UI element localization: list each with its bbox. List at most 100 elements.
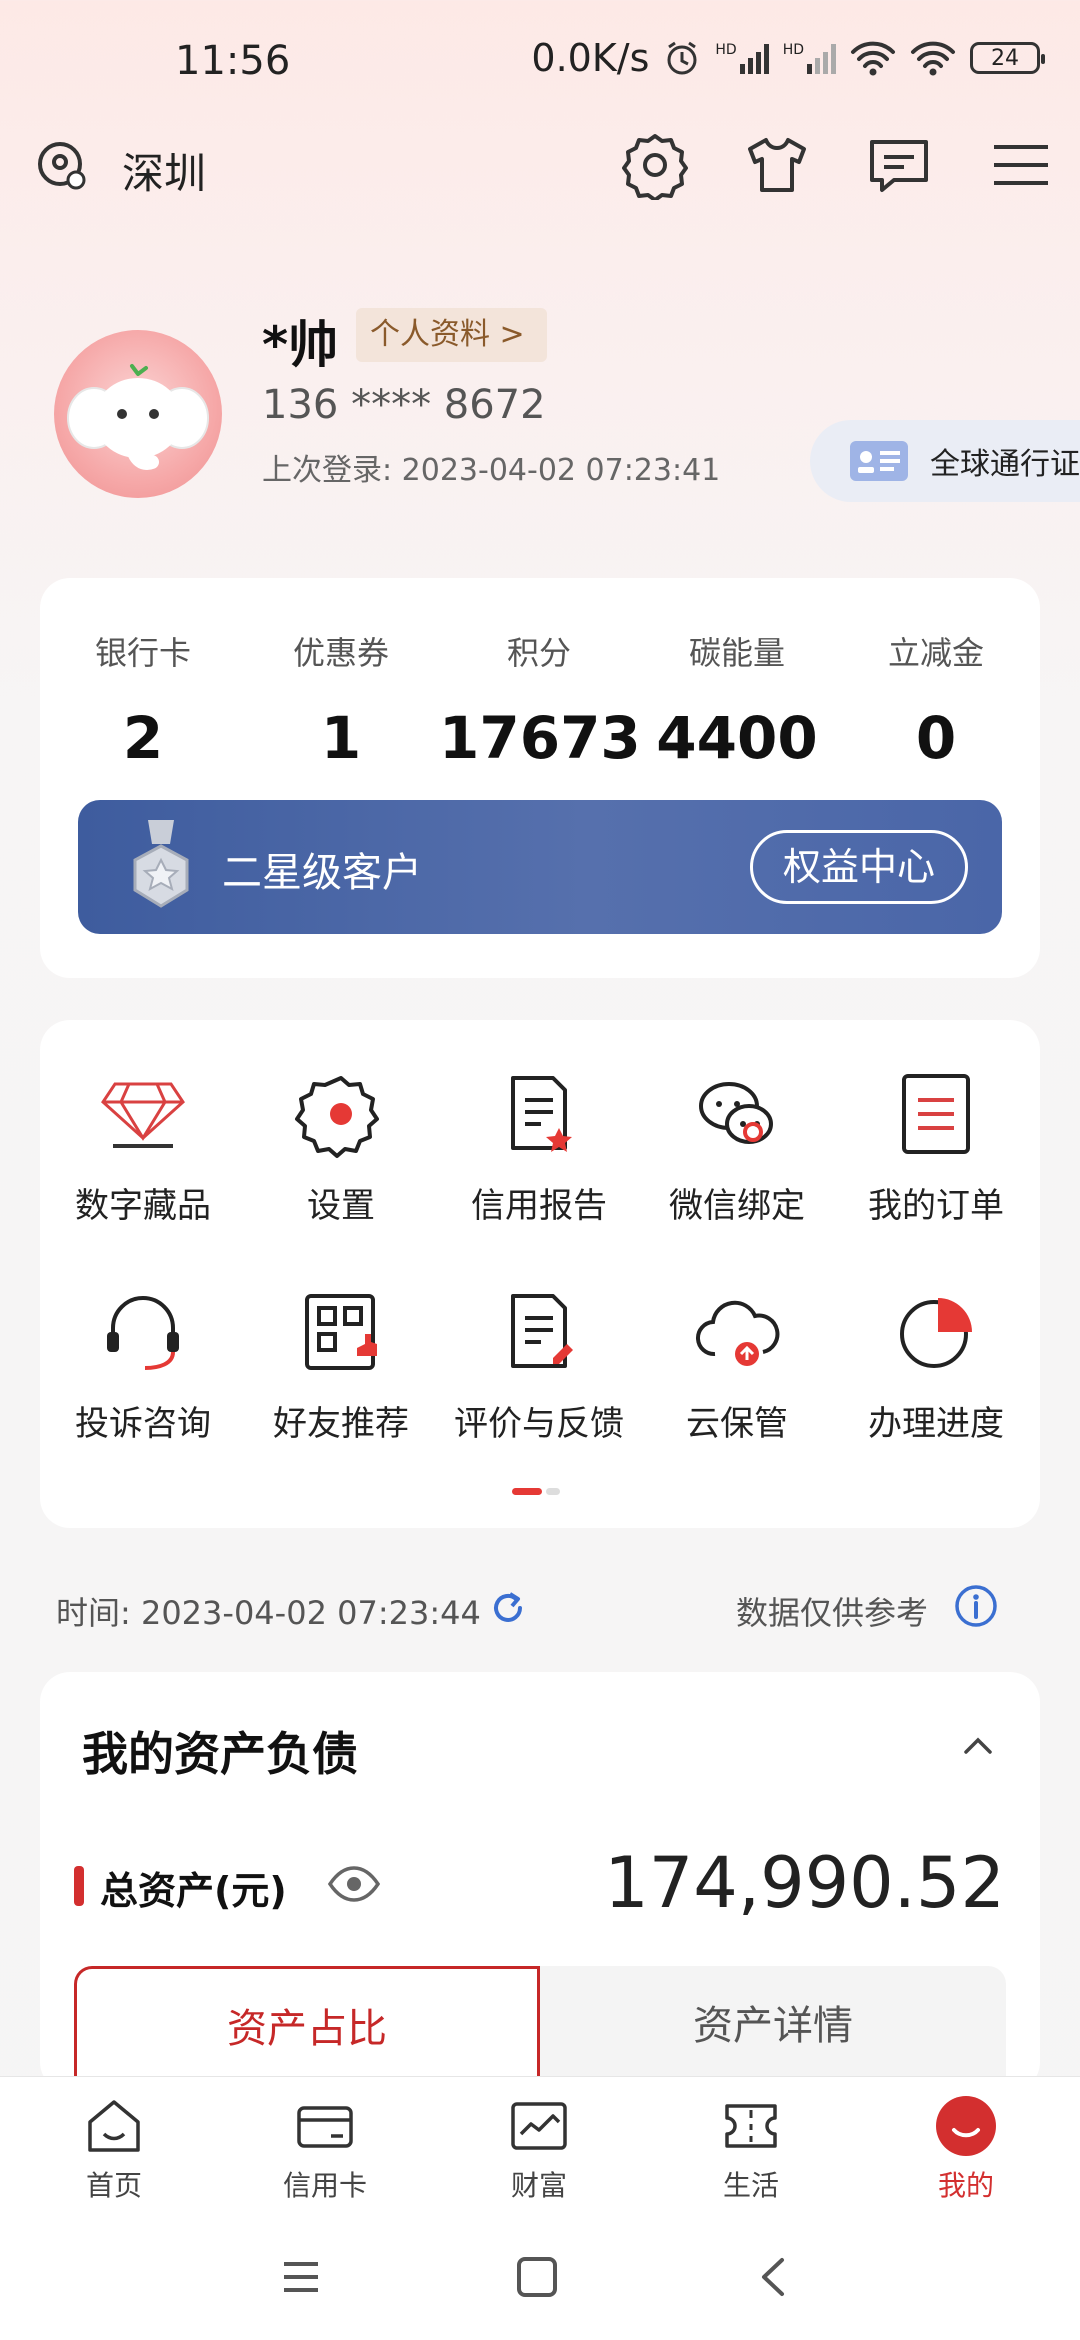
stat-bank-card[interactable]: 银行卡 2 xyxy=(43,628,243,772)
wechat-icon xyxy=(699,1082,773,1144)
cloud-icon xyxy=(696,1300,780,1366)
grid-label: 设置 xyxy=(307,1186,375,1226)
menu-icon[interactable] xyxy=(986,130,1056,200)
grid-item-friend-referral[interactable]: 好友推荐 xyxy=(251,1284,431,1445)
message-icon[interactable] xyxy=(864,130,934,200)
alarm-icon xyxy=(667,41,697,75)
signal-icon-1: HD xyxy=(715,42,769,74)
page-indicator xyxy=(512,1488,560,1495)
refresh-icon[interactable] xyxy=(488,1588,528,1628)
data-time: 时间: 2023-04-02 07:23:44 xyxy=(56,1594,481,1632)
feedback-icon xyxy=(511,1294,573,1368)
progress-pie-icon xyxy=(900,1298,972,1368)
stat-label: 银行卡 xyxy=(94,634,191,672)
headset-icon xyxy=(107,1296,179,1370)
grid-item-progress[interactable]: 办理进度 xyxy=(846,1284,1026,1445)
grid-item-feedback[interactable]: 评价与反馈 xyxy=(449,1284,629,1445)
grid-item-complaint[interactable]: 投诉咨询 xyxy=(53,1284,233,1445)
total-assets-label: 总资产(元) xyxy=(100,1869,287,1913)
city-selector[interactable]: 深圳 xyxy=(122,140,206,201)
stat-value: 17673 xyxy=(439,704,641,772)
nav-label: 信用卡 xyxy=(282,2169,367,2202)
status-bar: 11:56 0.0K/s HD HD 24 xyxy=(0,0,1080,120)
status-indicators: 0.0K/s HD HD 24 xyxy=(531,36,1045,80)
stat-value: 1 xyxy=(320,704,362,772)
id-card-icon xyxy=(850,441,908,481)
stat-carbon-energy[interactable]: 碳能量 4400 xyxy=(637,628,837,772)
stat-coupon[interactable]: 优惠券 1 xyxy=(241,628,441,772)
tab-asset-details[interactable]: 资产详情 xyxy=(540,1966,1006,2092)
user-name: *帅 xyxy=(262,316,339,374)
tshirt-icon[interactable] xyxy=(742,130,812,200)
grid-label: 投诉咨询 xyxy=(75,1404,211,1444)
benefits-center-button[interactable]: 权益中心 xyxy=(750,830,968,904)
stat-label: 积分 xyxy=(506,634,571,672)
eye-icon[interactable] xyxy=(326,1864,382,1904)
grid-item-credit-report[interactable]: 信用报告 xyxy=(449,1066,629,1227)
grid-item-digital-collectibles[interactable]: 数字藏品 xyxy=(53,1066,233,1227)
grid-label: 微信绑定 xyxy=(669,1186,805,1226)
vip-level-label: 二星级客户 xyxy=(222,850,422,896)
nav-life[interactable]: 生活 xyxy=(661,2094,841,2204)
wifi-icon-2 xyxy=(911,41,955,76)
stat-label: 立减金 xyxy=(887,634,984,672)
qr-recommend-icon xyxy=(305,1294,377,1370)
stat-label: 优惠券 xyxy=(292,634,389,672)
location-icon[interactable] xyxy=(36,140,88,192)
phone-number: 136 **** 8672 xyxy=(262,382,546,428)
gear-icon xyxy=(295,1076,379,1158)
last-login-time: 上次登录: 2023-04-02 07:23:41 xyxy=(262,453,721,488)
avatar[interactable] xyxy=(54,330,222,498)
orders-icon xyxy=(902,1074,970,1154)
tab-asset-ratio[interactable]: 资产占比 xyxy=(74,1966,540,2092)
medal-icon xyxy=(133,820,189,908)
stat-value: 2 xyxy=(122,704,164,772)
grid-label: 信用报告 xyxy=(471,1186,607,1226)
page-dot-active xyxy=(512,1488,542,1495)
recent-apps-icon[interactable] xyxy=(276,2252,326,2302)
global-pass-label: 全球通行证 xyxy=(930,447,1080,482)
grid-label: 评价与反馈 xyxy=(454,1404,624,1444)
accent-marker xyxy=(74,1866,84,1906)
grid-label: 好友推荐 xyxy=(273,1404,409,1444)
home-icon xyxy=(88,2100,140,2152)
stat-instant-discount[interactable]: 立减金 0 xyxy=(836,628,1036,772)
stat-value: 0 xyxy=(915,704,957,772)
nav-label: 生活 xyxy=(722,2169,779,2202)
nav-label: 首页 xyxy=(85,2169,142,2202)
wifi-icon xyxy=(851,41,895,76)
home-button-icon[interactable] xyxy=(512,2252,562,2302)
stat-points[interactable]: 积分 17673 xyxy=(439,628,641,772)
page-dot xyxy=(546,1488,560,1495)
profile-button[interactable]: 个人资料 > xyxy=(356,308,547,362)
back-icon[interactable] xyxy=(750,2252,800,2302)
nav-label: 我的 xyxy=(937,2169,994,2202)
grid-item-wechat-binding[interactable]: 微信绑定 xyxy=(647,1066,827,1227)
assets-title: 我的资产负债 xyxy=(82,1727,358,1781)
status-time: 11:56 xyxy=(175,38,291,84)
grid-item-settings[interactable]: 设置 xyxy=(251,1066,431,1227)
grid-item-cloud-storage[interactable]: 云保管 xyxy=(647,1284,827,1445)
nav-credit-card[interactable]: 信用卡 xyxy=(235,2094,415,2204)
wealth-icon xyxy=(511,2102,567,2150)
card-icon xyxy=(297,2106,353,2148)
chevron-up-icon[interactable] xyxy=(960,1734,996,1758)
credit-report-icon xyxy=(511,1076,572,1152)
grid-item-my-orders[interactable]: 我的订单 xyxy=(846,1066,1026,1227)
nav-wealth[interactable]: 财富 xyxy=(449,2094,629,2204)
info-icon[interactable] xyxy=(954,1584,998,1628)
stat-value: 4400 xyxy=(656,704,818,772)
grid-label: 办理进度 xyxy=(868,1404,1004,1444)
battery-indicator: 24 xyxy=(970,42,1045,74)
nav-label: 财富 xyxy=(510,2169,567,2202)
elephant-avatar-icon xyxy=(67,364,209,470)
nav-me[interactable]: 我的 xyxy=(876,2094,1056,2204)
settings-icon[interactable] xyxy=(620,130,690,200)
nav-home[interactable]: 首页 xyxy=(24,2094,204,2204)
me-icon xyxy=(936,2096,996,2156)
signal-icon-2: HD xyxy=(783,42,836,74)
life-icon xyxy=(725,2104,777,2148)
grid-label: 数字藏品 xyxy=(75,1186,211,1226)
grid-label: 云保管 xyxy=(686,1404,788,1444)
global-pass-button[interactable]: 全球通行证 xyxy=(810,420,1080,502)
